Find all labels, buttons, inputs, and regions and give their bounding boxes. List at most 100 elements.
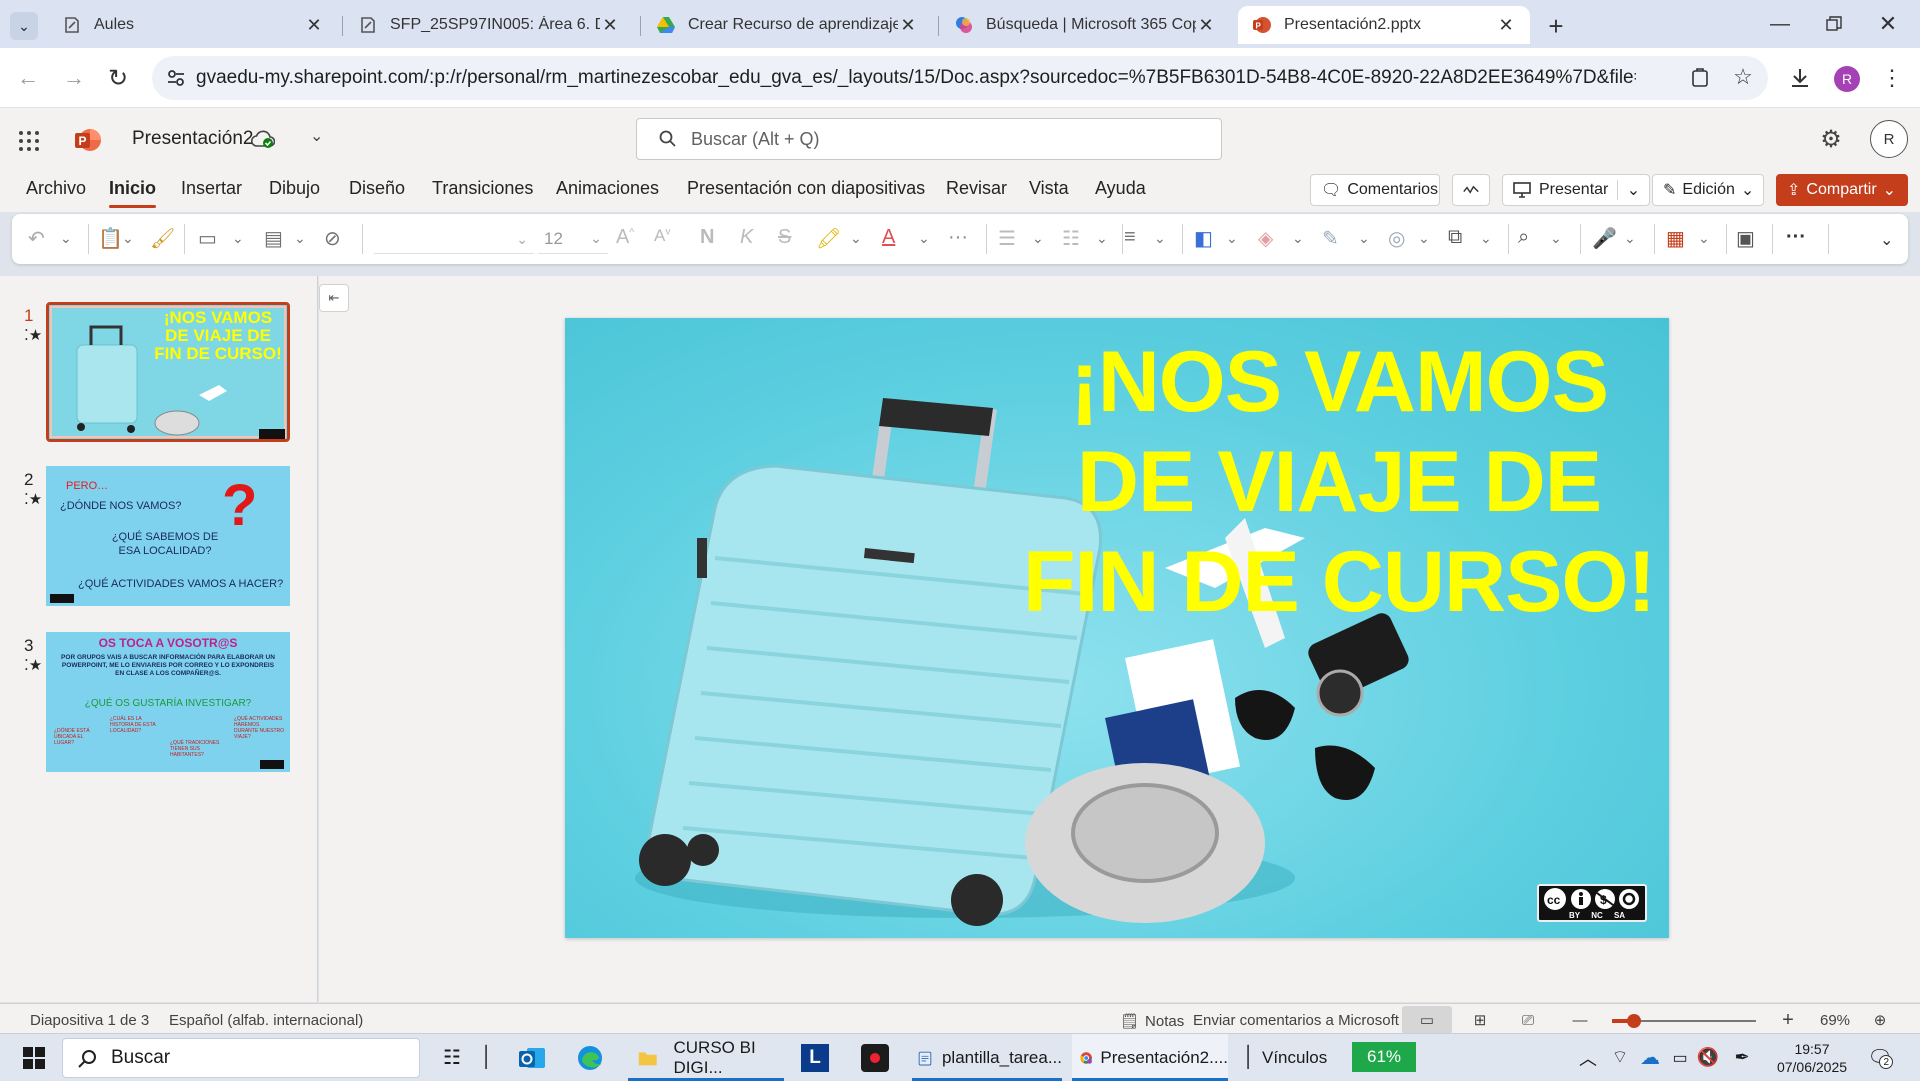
tab-insertar[interactable]: Insertar	[181, 178, 242, 199]
tab-animaciones[interactable]: Animaciones	[556, 178, 659, 199]
arrange-icon[interactable]: ⧉	[1448, 226, 1462, 249]
links-toolbar[interactable]: Vínculos	[1262, 1034, 1327, 1081]
feedback-link[interactable]: Enviar comentarios a Microsoft	[1193, 1012, 1399, 1029]
shapes-dropdown-icon[interactable]: ⌄	[1226, 230, 1238, 247]
reload-icon[interactable]: ↻	[102, 62, 134, 94]
search-input[interactable]: Buscar (Alt + Q)	[636, 118, 1222, 160]
saved-status-icon[interactable]	[251, 128, 275, 150]
settings-gear-icon[interactable]: ⚙	[1816, 124, 1846, 154]
install-app-icon[interactable]	[1688, 66, 1712, 90]
recorder-icon[interactable]	[860, 1034, 890, 1081]
battery-indicator[interactable]: 61%	[1352, 1042, 1416, 1072]
dictate-dropdown-icon[interactable]: ⌄	[1624, 230, 1636, 247]
fit-slide-icon[interactable]: ⊕	[1866, 1006, 1894, 1034]
restore-icon[interactable]	[1814, 8, 1854, 40]
shape-effects-dropdown-icon[interactable]: ⌄	[1418, 230, 1430, 247]
tab-transiciones[interactable]: Transiciones	[432, 178, 533, 199]
tab-sfp[interactable]: SFP_25SP97IN005: Área 6. Desa ✕	[344, 6, 634, 44]
highlight-icon[interactable]: 🖍	[816, 226, 841, 251]
slide-sorter-icon[interactable]: ⊞	[1466, 1006, 1494, 1034]
find-dropdown-icon[interactable]: ⌄	[1550, 230, 1562, 247]
decrease-font-icon[interactable]: Av	[654, 226, 670, 246]
zoom-slider[interactable]	[1612, 1014, 1756, 1028]
paste-icon[interactable]: 📋	[98, 226, 123, 251]
designer-dropdown-icon[interactable]: ⌄	[1698, 230, 1710, 247]
bold-icon[interactable]: N	[700, 226, 714, 249]
comments-button[interactable]: 🗨 Comentarios	[1310, 174, 1440, 206]
tab-search-chevron-icon[interactable]: ⌄	[10, 12, 38, 40]
shape-outline-dropdown-icon[interactable]: ⌄	[1358, 230, 1370, 247]
collapse-pane-icon[interactable]: ⇤	[319, 284, 349, 312]
shape-effects-icon[interactable]: ◎	[1388, 226, 1405, 251]
url-bar[interactable]: gvaedu-my.sharepoint.com/:p:/r/personal/…	[152, 56, 1768, 100]
font-family-select[interactable]: ⌄	[374, 224, 534, 254]
l-app-icon[interactable]: L	[800, 1034, 830, 1081]
minimize-icon[interactable]: —	[1760, 8, 1800, 40]
document-title[interactable]: Presentación2	[132, 128, 253, 150]
new-slide-icon[interactable]: ▭	[198, 226, 217, 251]
align-dropdown-icon[interactable]: ⌄	[1154, 230, 1166, 247]
share-button[interactable]: ⇪ Compartir ⌄	[1776, 174, 1908, 206]
zoom-level[interactable]: 69%	[1820, 1012, 1850, 1029]
close-tab-icon[interactable]: ✕	[898, 15, 918, 36]
app-launcher-icon[interactable]	[14, 126, 44, 156]
expand-ribbon-icon[interactable]: ⌄	[1880, 230, 1893, 250]
normal-view-icon[interactable]: ▭	[1402, 1006, 1452, 1034]
close-tab-icon[interactable]: ✕	[1196, 15, 1216, 36]
start-button[interactable]	[16, 1034, 52, 1081]
taskbar-app-curso[interactable]: CURSO BI DIGI...	[628, 1034, 784, 1081]
battery-icon[interactable]: ▭	[1668, 1034, 1692, 1081]
editing-mode-button[interactable]: ✎ Edición ⌄	[1652, 174, 1764, 206]
shape-outline-icon[interactable]: ✎	[1322, 226, 1339, 251]
tab-presentacion[interactable]: Presentación con diapositivas	[687, 178, 925, 199]
volume-muted-icon[interactable]: 🔇	[1696, 1034, 1720, 1081]
tab-archivo[interactable]: Archivo	[26, 178, 86, 199]
tab-diseno[interactable]: Diseño	[349, 178, 405, 199]
tab-dibujo[interactable]: Dibujo	[269, 178, 320, 199]
language-indicator[interactable]: Español (alfab. internacional)	[169, 1012, 363, 1029]
tab-crear-recurso[interactable]: Crear Recurso de aprendizaje | ✕	[642, 6, 932, 44]
tab-revisar[interactable]: Revisar	[946, 178, 1007, 199]
font-color-dropdown-icon[interactable]: ⌄	[918, 230, 930, 247]
align-icon[interactable]: ≡	[1124, 226, 1136, 249]
outlook-icon[interactable]	[514, 1034, 550, 1081]
close-tab-icon[interactable]: ✕	[600, 15, 620, 36]
wifi-icon[interactable]: ⌔	[1608, 1034, 1632, 1081]
forward-icon[interactable]: →	[58, 62, 90, 94]
task-view-icon[interactable]: ☷	[438, 1034, 466, 1081]
bookmark-star-icon[interactable]: ☆	[1730, 64, 1756, 90]
reading-view-icon[interactable]: ⎚	[1514, 1006, 1542, 1034]
slide-thumbnail-2[interactable]: PERO… ¿DÓNDE NOS VAMOS? ¿QUÉ SABEMOS DE …	[46, 466, 290, 606]
taskbar-app-plantilla[interactable]: plantilla_tarea...	[912, 1034, 1062, 1081]
browser-menu-icon[interactable]: ⋮	[1876, 62, 1908, 94]
shape-fill-dropdown-icon[interactable]: ⌄	[1292, 230, 1304, 247]
notification-center[interactable]: 🗨2	[1862, 1034, 1898, 1081]
title-chevron-icon[interactable]: ⌄	[310, 126, 323, 146]
site-settings-icon[interactable]	[166, 68, 186, 88]
download-icon[interactable]	[1784, 62, 1816, 94]
hide-slide-icon[interactable]: ⊘	[324, 226, 341, 251]
shapes-icon[interactable]: ◧	[1194, 226, 1213, 251]
numbering-icon[interactable]: ☷	[1062, 226, 1080, 251]
bullets-icon[interactable]: ☰	[998, 226, 1016, 251]
format-painter-icon[interactable]: 🖌	[150, 226, 175, 251]
tab-copilot[interactable]: Búsqueda | Microsoft 365 Copil ✕	[940, 6, 1230, 44]
close-tab-icon[interactable]: ✕	[304, 15, 324, 36]
new-slide-dropdown-icon[interactable]: ⌄	[232, 230, 244, 247]
back-icon[interactable]: ←	[12, 62, 44, 94]
layout-dropdown-icon[interactable]: ⌄	[294, 230, 306, 247]
tab-vista[interactable]: Vista	[1029, 178, 1069, 199]
font-color-icon[interactable]: A	[882, 226, 895, 249]
undo-dropdown-icon[interactable]: ⌄	[60, 230, 72, 247]
new-tab-icon[interactable]: +	[1540, 10, 1572, 42]
find-icon[interactable]: ⌕	[1518, 226, 1529, 249]
slide-thumbnail-1[interactable]: ¡NOS VAMOS DE VIAJE DE FIN DE CURSO!	[46, 302, 290, 442]
present-chevron-icon[interactable]: ⌄	[1617, 180, 1649, 200]
slide-title[interactable]: ¡NOS VAMOS DE VIAJE DE FIN DE CURSO!	[1019, 332, 1659, 632]
tab-aules[interactable]: Aules ✕	[48, 6, 338, 44]
shape-fill-icon[interactable]: ◈	[1258, 226, 1273, 251]
close-tab-icon[interactable]: ✕	[1496, 15, 1516, 36]
onedrive-icon[interactable]: ☁	[1636, 1034, 1664, 1081]
pen-icon[interactable]: ✒	[1730, 1034, 1754, 1081]
zoom-slider-thumb[interactable]	[1627, 1014, 1641, 1028]
